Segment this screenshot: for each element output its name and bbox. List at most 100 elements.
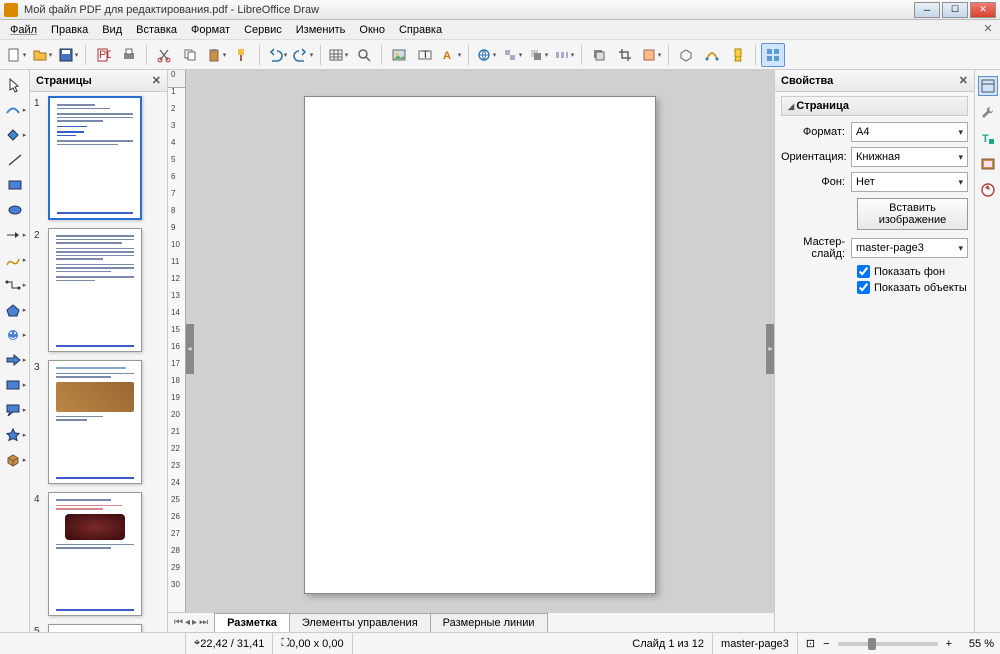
- arrow-tool[interactable]: [3, 224, 27, 246]
- glue-points-button[interactable]: [726, 43, 750, 67]
- page-thumb[interactable]: 3: [34, 360, 163, 484]
- tab-last[interactable]: ⏭: [199, 617, 208, 628]
- workspace[interactable]: ◂ ▸: [186, 88, 774, 612]
- tab-first[interactable]: ⏮: [174, 617, 183, 628]
- select-tool[interactable]: [3, 74, 27, 96]
- curve-tool[interactable]: [3, 249, 27, 271]
- properties-close[interactable]: ✕: [959, 74, 968, 87]
- minimize-button[interactable]: ─: [914, 2, 940, 18]
- close-doc-button[interactable]: ✕: [980, 22, 996, 38]
- zoom-slider[interactable]: [838, 642, 938, 646]
- image-button[interactable]: [387, 43, 411, 67]
- block-arrows-tool[interactable]: [3, 349, 27, 371]
- show-draw-functions-button[interactable]: [761, 43, 785, 67]
- basic-shapes-tool[interactable]: [3, 299, 27, 321]
- sidebar-tab-navigator-icon[interactable]: [978, 180, 998, 200]
- textbox-button[interactable]: T: [413, 43, 437, 67]
- page-thumb[interactable]: 4: [34, 492, 163, 616]
- redo-button[interactable]: [291, 43, 315, 67]
- paste-button[interactable]: [204, 43, 228, 67]
- tab-controls[interactable]: Элементы управления: [289, 613, 431, 632]
- tab-prev[interactable]: ◂: [185, 617, 190, 628]
- sidebar-tab-properties[interactable]: [978, 76, 998, 96]
- page-thumb[interactable]: 2: [34, 228, 163, 352]
- flowchart-tool[interactable]: [3, 374, 27, 396]
- menu-edit[interactable]: Правка: [45, 22, 94, 38]
- menu-window[interactable]: Окно: [353, 22, 391, 38]
- menu-format[interactable]: Формат: [185, 22, 236, 38]
- copy-button[interactable]: [178, 43, 202, 67]
- export-pdf-button[interactable]: PDF: [91, 43, 115, 67]
- new-button[interactable]: [4, 43, 28, 67]
- thumb-number: 2: [34, 228, 48, 352]
- align-button[interactable]: [500, 43, 524, 67]
- pages-panel-close[interactable]: ✕: [152, 74, 161, 87]
- show-objects-check[interactable]: Показать объекты: [857, 281, 968, 294]
- insert-image-button[interactable]: Вставить изображение: [857, 198, 968, 230]
- undo-button[interactable]: [265, 43, 289, 67]
- page-thumb[interactable]: 1: [34, 96, 163, 220]
- tab-layout[interactable]: Разметка: [214, 613, 290, 632]
- collapse-right-handle[interactable]: ▸: [766, 324, 774, 374]
- orientation-select[interactable]: Книжная: [851, 147, 968, 167]
- zoom-out-button[interactable]: −: [823, 638, 829, 650]
- 3d-tool[interactable]: [3, 449, 27, 471]
- sidebar-tab-styles-icon[interactable]: T: [978, 128, 998, 148]
- menu-modify[interactable]: Изменить: [290, 22, 352, 38]
- symbol-shapes-tool[interactable]: [3, 324, 27, 346]
- menu-view[interactable]: Вид: [96, 22, 128, 38]
- collapse-left-handle[interactable]: ◂: [186, 324, 194, 374]
- page-thumb[interactable]: 5: [34, 624, 163, 632]
- hyperlink-button[interactable]: [474, 43, 498, 67]
- fill-color-tool[interactable]: [3, 124, 27, 146]
- arrange-button[interactable]: [526, 43, 550, 67]
- app-icon: [4, 3, 18, 17]
- ellipse-tool[interactable]: [3, 199, 27, 221]
- star-tool[interactable]: [3, 424, 27, 446]
- vertical-ruler[interactable]: 0123456789101112131415161718192021222324…: [168, 88, 186, 612]
- line-tool[interactable]: [3, 149, 27, 171]
- line-color-tool[interactable]: [3, 99, 27, 121]
- zoom-button[interactable]: [352, 43, 376, 67]
- tab-dimension-lines[interactable]: Размерные линии: [430, 613, 548, 632]
- show-bg-check[interactable]: Показать фон: [857, 265, 968, 278]
- crop-button[interactable]: [613, 43, 637, 67]
- maximize-button[interactable]: ☐: [942, 2, 968, 18]
- rectangle-tool[interactable]: [3, 174, 27, 196]
- extrusion-button[interactable]: [674, 43, 698, 67]
- thumb-number: 1: [34, 96, 48, 220]
- shadow-button[interactable]: [587, 43, 611, 67]
- filter-button[interactable]: [639, 43, 663, 67]
- menu-help[interactable]: Справка: [393, 22, 448, 38]
- format-select[interactable]: A4: [851, 122, 968, 142]
- distribute-button[interactable]: [552, 43, 576, 67]
- status-message: [6, 633, 186, 654]
- save-button[interactable]: [56, 43, 80, 67]
- menu-file[interactable]: Файл: [4, 22, 43, 38]
- close-button[interactable]: ✕: [970, 2, 996, 18]
- fontwork-button[interactable]: A: [439, 43, 463, 67]
- section-page[interactable]: Страница: [781, 96, 968, 116]
- callout-tool[interactable]: [3, 399, 27, 421]
- sidebar-tab-gallery-icon[interactable]: [978, 154, 998, 174]
- zoom-value[interactable]: 55 %: [960, 638, 994, 650]
- connector-tool[interactable]: [3, 274, 27, 296]
- toggle-point-edit-button[interactable]: [700, 43, 724, 67]
- sidebar-tab-wrench-icon[interactable]: [978, 102, 998, 122]
- cut-button[interactable]: [152, 43, 176, 67]
- zoom-in-button[interactable]: +: [946, 638, 952, 650]
- page-canvas[interactable]: [304, 96, 656, 594]
- zoom-fit-button[interactable]: ⊡: [806, 637, 815, 650]
- clone-format-button[interactable]: [230, 43, 254, 67]
- open-button[interactable]: [30, 43, 54, 67]
- table-button[interactable]: [326, 43, 350, 67]
- tab-next[interactable]: ▸: [192, 617, 197, 628]
- background-select[interactable]: Нет: [851, 172, 968, 192]
- status-master: master-page3: [721, 633, 798, 654]
- properties-header: Свойства ✕: [775, 70, 974, 92]
- master-select[interactable]: master-page3: [851, 238, 968, 258]
- print-button[interactable]: [117, 43, 141, 67]
- page-thumbnails[interactable]: 1 2: [30, 92, 167, 632]
- menu-insert[interactable]: Вставка: [130, 22, 183, 38]
- menu-tools[interactable]: Сервис: [238, 22, 288, 38]
